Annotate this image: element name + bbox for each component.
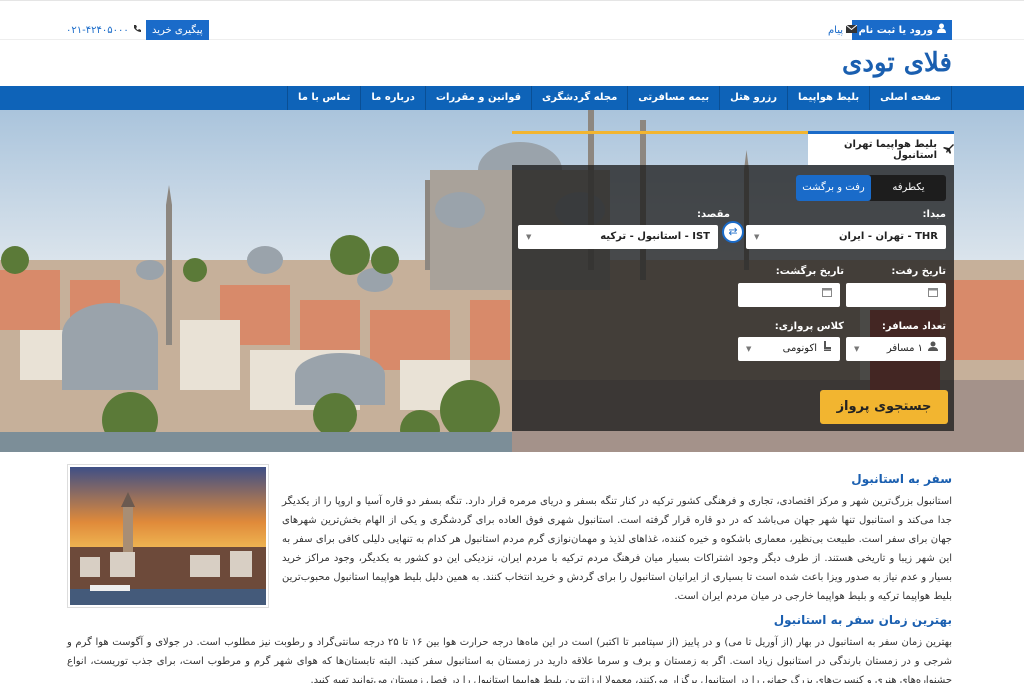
calendar-icon xyxy=(822,283,832,307)
panel-accent-strip xyxy=(512,131,808,134)
nav-item-hotels[interactable]: رزرو هتل xyxy=(719,86,787,110)
user-icon xyxy=(928,337,938,361)
nav-item-home[interactable]: صفحه اصلی xyxy=(869,86,952,110)
one-way-option[interactable]: یکطرفه xyxy=(871,175,946,201)
chevron-down-icon: ▼ xyxy=(526,233,532,241)
user-icon xyxy=(937,20,946,41)
passengers-select[interactable]: ۱ مسافر ▼ xyxy=(846,337,946,361)
origin-select[interactable]: THR - تهران - ایران ▼ xyxy=(746,225,946,249)
class-select[interactable]: اکونومی ▼ xyxy=(738,337,840,361)
class-label: کلاس پروازی: xyxy=(774,321,844,332)
phone-number: ۰۲۱-۴۲۴۰۵۰۰۰ xyxy=(66,20,142,41)
passengers-label: تعداد مسافر: xyxy=(881,321,946,332)
class-group: اکونومی xyxy=(783,337,832,361)
site-logo[interactable]: فلای تودی xyxy=(842,48,952,78)
class-value: اکونومی xyxy=(782,343,817,354)
track-order-button[interactable]: پیگیری خرید xyxy=(146,20,209,41)
destination-value: IST - استانبول - ترکیه xyxy=(600,231,710,242)
chevron-down-icon: ▼ xyxy=(854,345,860,353)
nav-item-about[interactable]: درباره ما xyxy=(360,86,425,110)
nav-item-insurance[interactable]: بیمه مسافرتی xyxy=(627,86,719,110)
airplane-icon xyxy=(943,143,954,157)
envelope-icon xyxy=(845,20,858,41)
destination-label: مقصد: xyxy=(696,209,730,220)
login-label: ورود یا ثبت نام xyxy=(858,25,933,36)
article-paragraph-1: استانبول بزرگ‌ترین شهر و مرکز اقتصادی، ت… xyxy=(282,496,952,602)
origin-value: THR - تهران - ایران xyxy=(838,231,938,242)
top-bar: ورود یا ثبت نام پیام پیگیری خرید ۰۲۱-۴۲۴… xyxy=(0,0,1024,41)
phone-text: ۰۲۱-۴۲۴۰۵۰۰۰ xyxy=(66,25,129,36)
nav-item-flights[interactable]: بلیط هواپیما xyxy=(787,86,869,110)
article-title: سفر به استانبول xyxy=(851,472,952,486)
search-form: یکطرفه رفت و برگشت مبدا: مقصد: THR - تهر… xyxy=(512,165,954,431)
passengers-value: ۱ مسافر xyxy=(886,343,923,354)
flight-search-panel: بلیط هواپیما تهران استانبول یکطرفه رفت و… xyxy=(512,131,954,431)
article-paragraph-2: بهترین زمان سفر به استانبول در بهار (از … xyxy=(67,637,952,683)
article-section: سفر به استانبول استانبول بزرگ‌ترین شهر و… xyxy=(0,452,1024,683)
login-button[interactable]: ورود یا ثبت نام xyxy=(852,20,952,41)
destination-select[interactable]: IST - استانبول - ترکیه ▼ xyxy=(518,225,718,249)
nav-item-magazine[interactable]: مجله گردشگری xyxy=(531,86,627,110)
article-subtitle: بهترین زمان سفر به استانبول xyxy=(773,613,952,627)
nav-item-contact[interactable]: تماس با ما xyxy=(286,86,360,110)
calendar-icon xyxy=(928,283,938,307)
depart-date-input[interactable] xyxy=(846,283,946,307)
tab-flight-search[interactable]: بلیط هواپیما تهران استانبول xyxy=(808,131,954,165)
return-date-input[interactable] xyxy=(738,283,840,307)
message-link[interactable]: پیام xyxy=(827,20,858,41)
search-flight-button[interactable]: جستجوی پرواز xyxy=(820,390,948,424)
tab-label: بلیط هواپیما تهران استانبول xyxy=(843,138,937,161)
site-header: فلای تودی xyxy=(0,40,1024,86)
nav-item-rules[interactable]: قوانین و مقررات xyxy=(424,86,531,110)
message-label: پیام xyxy=(827,25,843,36)
trip-type-toggle: یکطرفه رفت و برگشت xyxy=(796,175,946,201)
istanbul-photo xyxy=(67,464,269,608)
phone-icon xyxy=(133,20,142,41)
swap-icon[interactable]: ⇄ xyxy=(722,221,744,243)
main-nav: صفحه اصلی بلیط هواپیما رزرو هتل بیمه مسا… xyxy=(0,86,1024,110)
depart-date-label: تاریخ رفت: xyxy=(891,266,946,277)
round-trip-option[interactable]: رفت و برگشت xyxy=(796,175,871,201)
return-date-label: تاریخ برگشت: xyxy=(775,266,844,277)
seat-icon xyxy=(822,337,832,361)
passengers-group: ۱ مسافر xyxy=(887,337,938,361)
origin-label: مبدا: xyxy=(922,209,946,220)
chevron-down-icon: ▼ xyxy=(754,233,760,241)
chevron-down-icon: ▼ xyxy=(746,345,752,353)
